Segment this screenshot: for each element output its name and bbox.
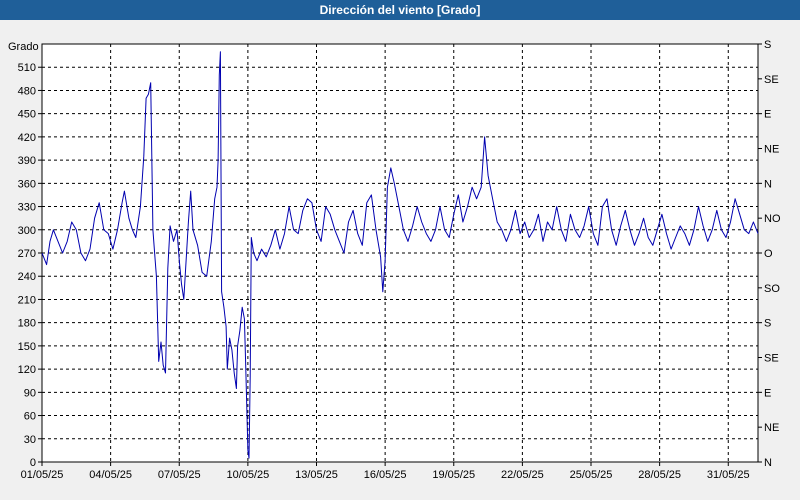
chart-title-text: Dirección del viento [Grado] [319, 3, 481, 17]
x-tick-label-5: 16/05/25 [364, 469, 407, 481]
y-tick-label-15: 450 [18, 109, 36, 121]
x-axis-ticks: 01/05/25 04/05/25 07/05/25 10/05/25 13/05/25… [21, 462, 750, 481]
y2-tick-label-7: NO [764, 213, 781, 225]
x-tick-label-9: 28/05/25 [638, 469, 681, 481]
wind-direction-chart: 0 30 60 90 120 150 180 210 240 270 300 330 360 390 420… [8, 39, 781, 481]
y2-axis-ticks: N NE E SE S SO O NO N NE E SE S [758, 39, 781, 469]
x-tick-label-7: 22/05/25 [501, 469, 544, 481]
y2-tick-label-1: NE [764, 422, 779, 434]
y-tick-label-17: 510 [18, 62, 36, 74]
x-tick-label-3: 10/05/25 [226, 469, 269, 481]
y-tick-label-11: 330 [18, 202, 36, 214]
y-tick-label-7: 210 [18, 294, 36, 306]
y-tick-label-8: 240 [18, 271, 36, 283]
y-tick-label-0: 0 [30, 457, 36, 469]
chart-title: Dirección del viento [Grado] [0, 0, 800, 20]
y2-tick-label-2: E [764, 387, 771, 399]
y2-tick-label-10: E [764, 109, 771, 121]
x-tick-label-4: 13/05/25 [295, 469, 338, 481]
y2-tick-label-11: SE [764, 74, 779, 86]
y2-tick-label-0: N [764, 457, 772, 469]
y2-tick-label-4: S [764, 318, 771, 330]
y-tick-label-2: 60 [24, 411, 36, 423]
y-tick-label-6: 180 [18, 318, 36, 330]
y-tick-label-9: 270 [18, 248, 36, 260]
y-tick-label-3: 90 [24, 387, 36, 399]
y2-tick-label-5: SO [764, 283, 780, 295]
y2-tick-label-8: N [764, 178, 772, 190]
x-tick-label-0: 01/05/25 [21, 469, 64, 481]
y-tick-label-4: 120 [18, 364, 36, 376]
y2-tick-label-9: NE [764, 144, 779, 156]
y-tick-label-10: 300 [18, 225, 36, 237]
x-tick-label-8: 25/05/25 [570, 469, 613, 481]
y-axis-label: Grado [8, 41, 39, 53]
chart-window: Dirección del viento [Grado] 0 30 60 90 120 1… [0, 0, 800, 500]
y-tick-label-12: 360 [18, 178, 36, 190]
y2-tick-label-3: SE [764, 353, 779, 365]
y-tick-label-14: 420 [18, 132, 36, 144]
x-tick-label-6: 19/05/25 [432, 469, 475, 481]
y-tick-label-1: 30 [24, 434, 36, 446]
y-axis-ticks: 0 30 60 90 120 150 180 210 240 270 300 330 360 390 420… [18, 62, 42, 469]
y-tick-label-5: 150 [18, 341, 36, 353]
x-tick-label-1: 04/05/25 [89, 469, 132, 481]
y2-tick-label-12: S [764, 39, 771, 51]
x-tick-label-2: 07/05/25 [158, 469, 201, 481]
y-tick-label-13: 390 [18, 155, 36, 167]
y-tick-label-16: 480 [18, 85, 36, 97]
x-tick-label-10: 31/05/25 [707, 469, 750, 481]
y2-tick-label-6: O [764, 248, 773, 260]
